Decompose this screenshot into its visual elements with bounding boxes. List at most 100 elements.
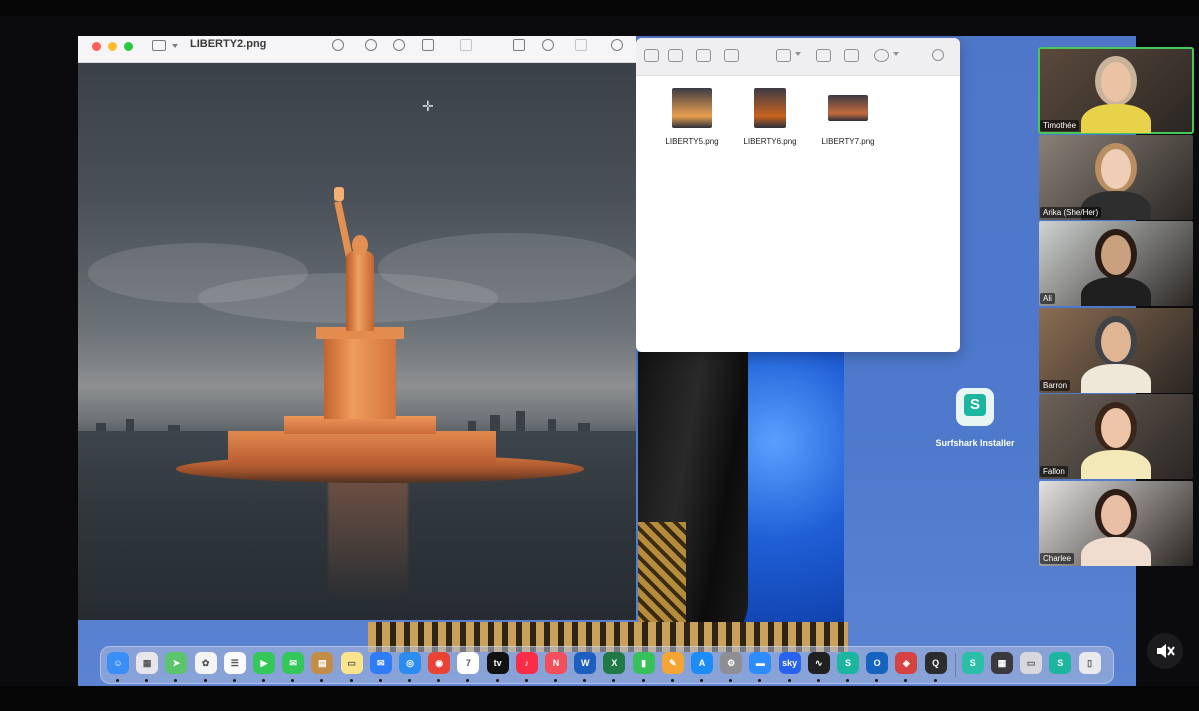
running-indicator	[612, 679, 616, 682]
dock-app-excel[interactable]: X	[603, 652, 626, 674]
rotate-icon[interactable]	[513, 39, 525, 51]
dock-app-disk-utility[interactable]: ▭	[1020, 652, 1043, 674]
form-icon[interactable]	[575, 39, 587, 51]
dock-app-skyshowtime[interactable]: sky	[778, 652, 801, 674]
minimize-window-button[interactable]	[108, 42, 117, 51]
tag-icon[interactable]	[844, 49, 859, 62]
icon-view-icon[interactable]	[644, 49, 659, 62]
participant-tile[interactable]: Charlee	[1039, 480, 1193, 566]
more-actions-icon[interactable]	[874, 49, 889, 62]
participant-tile[interactable]: Timothée	[1038, 47, 1194, 134]
dock-app-tv[interactable]: tv	[486, 652, 509, 674]
dock-app-calendar[interactable]: 7	[457, 652, 480, 674]
image-thumbnail	[754, 88, 786, 128]
dock-app-news[interactable]: N	[545, 652, 567, 674]
dock-app-messages[interactable]: ✉	[282, 652, 305, 674]
dock-app-photos[interactable]: ✿	[194, 652, 217, 674]
wallpaper-artwork	[638, 352, 844, 652]
dock-app-notes[interactable]: ▤	[311, 652, 334, 674]
finder-toolbar	[636, 38, 960, 76]
running-indicator	[554, 679, 557, 682]
running-indicator	[758, 679, 762, 682]
participant-tile[interactable]: Ali	[1039, 221, 1193, 306]
preview-window[interactable]: LIBERTY2.png ✛	[78, 36, 636, 620]
dock-app-music[interactable]: ♪	[515, 652, 538, 674]
surfshark-installer-icon[interactable]: S	[956, 388, 994, 426]
file-name: LIBERTY7.png	[821, 137, 875, 146]
dock-app-mail[interactable]: ✉	[369, 652, 392, 674]
sidebar-icon[interactable]	[152, 40, 166, 51]
dock-app-calculator[interactable]: ▦	[991, 652, 1013, 674]
dock-app-maps[interactable]: ➤	[165, 652, 188, 674]
running-indicator	[203, 679, 207, 682]
dock-app-activity-monitor[interactable]: ∿	[807, 652, 830, 674]
dock-app-launchpad[interactable]: ▦	[136, 652, 159, 674]
maximize-window-button[interactable]	[124, 42, 133, 51]
dock-app-finder[interactable]: ☺	[107, 652, 129, 674]
search-icon[interactable]	[611, 39, 623, 51]
running-indicator	[670, 679, 674, 682]
dock-app-word[interactable]: W	[574, 652, 597, 674]
dock-app-stickies[interactable]: ▭	[340, 652, 363, 674]
chevron-down-icon[interactable]	[795, 52, 801, 56]
dock-app-chrome[interactable]: ◉	[428, 652, 451, 674]
zoom-in-icon[interactable]	[393, 39, 405, 51]
participant-name: Arika (She/Her)	[1040, 206, 1102, 218]
participant-tile[interactable]: Barron	[1039, 307, 1193, 393]
speaker-muted-icon	[1157, 644, 1175, 658]
dock-app-numbers[interactable]: ▮	[632, 652, 655, 674]
gallery-view-icon[interactable]	[724, 49, 739, 62]
dock-app-surfshark[interactable]: S	[837, 652, 859, 674]
dock-app-reminders[interactable]: ☰	[223, 652, 246, 674]
participant-tile[interactable]: Fallon	[1039, 394, 1193, 479]
participant-name: Charlee	[1040, 552, 1075, 564]
running-indicator	[437, 679, 441, 682]
close-window-button[interactable]	[92, 42, 101, 51]
dock-app-surfshark-2[interactable]: S	[1049, 652, 1072, 674]
surfshark-installer-label[interactable]: Surfshark Installer	[918, 438, 1032, 448]
dock-app-trash[interactable]: ▯	[1078, 652, 1101, 674]
dock-app-facetime[interactable]: ▶	[253, 652, 275, 674]
search-icon[interactable]	[932, 49, 944, 61]
markup-icon[interactable]	[460, 39, 472, 51]
chevron-down-icon[interactable]	[172, 44, 178, 48]
participant-body	[1081, 363, 1151, 393]
share-icon[interactable]	[422, 39, 434, 51]
finder-window[interactable]: LIBERTY5.png LIBERTY6.png LIBERTY7.png	[636, 38, 960, 352]
running-indicator	[408, 679, 411, 682]
column-view-icon[interactable]	[696, 49, 711, 62]
dock-app-safari[interactable]: ◎	[399, 652, 421, 674]
participant-face	[1101, 148, 1131, 189]
participant-face	[1101, 408, 1131, 448]
dock-app-photo-booth[interactable]: ◈	[895, 652, 918, 674]
dock-app-system-settings[interactable]: ⚙	[720, 652, 743, 674]
shared-screen-desktop: S Surfshark Installer LIBERTY5.png LIBERT…	[78, 36, 1136, 686]
mute-button[interactable]	[1147, 633, 1183, 669]
running-indicator	[641, 679, 645, 682]
info-icon[interactable]	[332, 39, 344, 51]
window-title: LIBERTY2.png	[190, 38, 267, 50]
running-indicator	[846, 679, 849, 682]
participant-body	[1081, 450, 1151, 479]
file-item[interactable]: LIBERTY7.png	[798, 86, 898, 156]
zoom-out-icon[interactable]	[365, 39, 377, 51]
running-indicator	[787, 679, 791, 682]
video-call-screen: S Surfshark Installer LIBERTY5.png LIBERT…	[0, 0, 1199, 711]
image-thumbnail	[672, 88, 712, 128]
dock-app-app-store[interactable]: A	[691, 652, 713, 674]
group-icon[interactable]	[776, 49, 791, 62]
dock-app-pages[interactable]: ✎	[661, 652, 684, 674]
dock-app-surfshark-installer[interactable]: S	[961, 652, 984, 674]
share-icon[interactable]	[816, 49, 831, 62]
annotate-icon[interactable]	[542, 39, 554, 51]
dock-app-quicktime[interactable]: Q	[924, 652, 947, 674]
participant-tile[interactable]: Arika (She/Her)	[1039, 134, 1193, 220]
chevron-down-icon[interactable]	[893, 52, 899, 56]
dock-app-outlook[interactable]: O	[866, 652, 889, 674]
bottom-letterbox	[0, 686, 1199, 711]
dock-app-zoom[interactable]: ▬	[749, 652, 772, 674]
list-view-icon[interactable]	[668, 49, 683, 62]
running-indicator	[729, 679, 733, 682]
running-indicator	[116, 679, 119, 682]
running-indicator	[700, 679, 703, 682]
